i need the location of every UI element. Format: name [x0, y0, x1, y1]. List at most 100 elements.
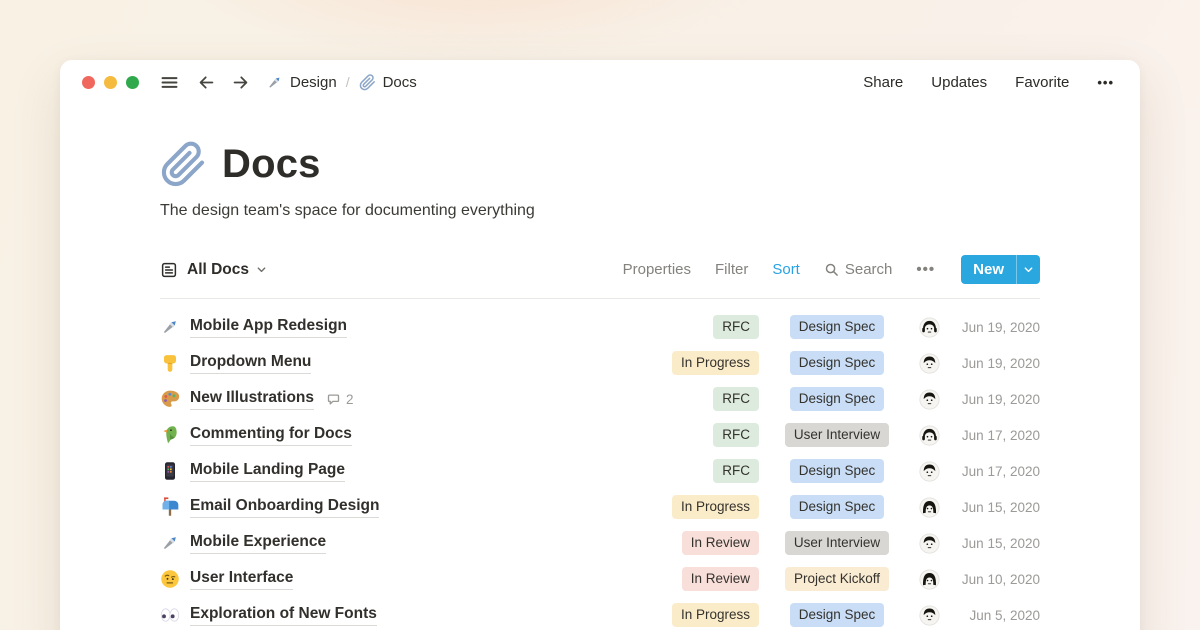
page-title[interactable]: Docs	[222, 142, 321, 187]
avatar-man[interactable]	[919, 389, 940, 410]
avatar-man[interactable]	[919, 461, 940, 482]
search-button[interactable]: Search	[824, 261, 893, 278]
forward-arrow-icon[interactable]	[231, 73, 250, 92]
new-button-label[interactable]: New	[961, 255, 1016, 284]
status-badge[interactable]: In Progress	[672, 351, 759, 375]
doc-list-icon	[160, 261, 178, 279]
status-badge[interactable]: In Progress	[672, 603, 759, 627]
new-dropdown-chevron-icon[interactable]	[1016, 255, 1040, 284]
doc-type-badge[interactable]: User Interview	[785, 423, 889, 447]
toolbar-more-icon[interactable]: •••	[916, 261, 935, 278]
status-badge[interactable]: In Review	[682, 531, 759, 555]
doc-date: Jun 17, 2020	[954, 464, 1040, 479]
chevron-down-icon	[256, 264, 267, 275]
doc-title-link[interactable]: Dropdown Menu	[190, 352, 311, 374]
doc-type-badge[interactable]: User Interview	[785, 531, 889, 555]
doc-type-badge[interactable]: Design Spec	[790, 351, 885, 375]
minimize-window-icon[interactable]	[104, 76, 117, 89]
avatar-woman-headphones[interactable]	[919, 425, 940, 446]
table-row[interactable]: Mobile Landing Page RFC Design Spec Jun …	[160, 453, 1040, 489]
status-badge[interactable]: In Progress	[672, 495, 759, 519]
doc-date: Jun 19, 2020	[954, 320, 1040, 335]
search-icon	[824, 262, 839, 277]
breadcrumb-item-design[interactable]: Design	[266, 74, 337, 91]
page-content: Docs The design team's space for documen…	[60, 141, 1140, 630]
docs-list: Mobile App Redesign RFC Design Spec Jun …	[160, 309, 1040, 630]
favorite-button[interactable]: Favorite	[1015, 74, 1069, 91]
doc-date: Jun 19, 2020	[954, 356, 1040, 371]
paintbrush-icon	[160, 317, 180, 337]
table-row[interactable]: Mobile App Redesign RFC Design Spec Jun …	[160, 309, 1040, 345]
table-row[interactable]: Email Onboarding Design In Progress Desi…	[160, 489, 1040, 525]
filter-button[interactable]: Filter	[715, 261, 748, 278]
doc-title-link[interactable]: Mobile Experience	[190, 532, 326, 554]
doc-date: Jun 19, 2020	[954, 392, 1040, 407]
view-switcher-label: All Docs	[187, 261, 249, 279]
raised-eyebrow-icon	[160, 569, 180, 589]
avatar-woman-dark-hair[interactable]	[919, 497, 940, 518]
avatar-woman-dark-hair[interactable]	[919, 569, 940, 590]
table-row[interactable]: Commenting for Docs RFC User Interview J…	[160, 417, 1040, 453]
topbar-actions: Share Updates Favorite •••	[863, 74, 1114, 91]
doc-title-link[interactable]: User Interface	[190, 568, 293, 590]
doc-title-link[interactable]: Exploration of New Fonts	[190, 604, 377, 626]
breadcrumb: Design / Docs	[266, 74, 417, 91]
doc-title-link[interactable]: Commenting for Docs	[190, 424, 352, 446]
sort-button[interactable]: Sort	[772, 261, 800, 278]
doc-title-link[interactable]: Mobile App Redesign	[190, 316, 347, 338]
paperclip-icon	[359, 74, 376, 91]
avatar-man[interactable]	[919, 605, 940, 626]
mailbox-icon	[160, 497, 180, 517]
doc-title-link[interactable]: New Illustrations	[190, 388, 314, 410]
breadcrumb-item-docs[interactable]: Docs	[359, 74, 417, 91]
status-badge[interactable]: RFC	[713, 387, 759, 411]
doc-title-link[interactable]: Email Onboarding Design	[190, 496, 379, 518]
close-window-icon[interactable]	[82, 76, 95, 89]
table-row[interactable]: Dropdown Menu In Progress Design Spec Ju…	[160, 345, 1040, 381]
paperclip-icon[interactable]	[160, 141, 207, 188]
breadcrumb-label: Docs	[383, 74, 417, 91]
search-label: Search	[845, 261, 893, 278]
nav-arrows	[197, 73, 250, 92]
paintbrush-icon	[266, 74, 283, 91]
table-row[interactable]: Exploration of New Fonts In Progress Des…	[160, 597, 1040, 630]
mobile-phone-icon	[160, 461, 180, 481]
updates-button[interactable]: Updates	[931, 74, 987, 91]
zoom-window-icon[interactable]	[126, 76, 139, 89]
breadcrumb-label: Design	[290, 74, 337, 91]
eyes-icon	[160, 605, 180, 625]
status-badge[interactable]: RFC	[713, 459, 759, 483]
doc-type-badge[interactable]: Design Spec	[790, 315, 885, 339]
hamburger-menu-icon[interactable]	[159, 72, 180, 93]
doc-date: Jun 5, 2020	[954, 608, 1040, 623]
new-button[interactable]: New	[961, 255, 1040, 284]
doc-date: Jun 17, 2020	[954, 428, 1040, 443]
doc-type-badge[interactable]: Project Kickoff	[785, 567, 889, 591]
view-switcher[interactable]: All Docs	[160, 261, 267, 279]
status-badge[interactable]: RFC	[713, 315, 759, 339]
doc-type-badge[interactable]: Design Spec	[790, 459, 885, 483]
status-badge[interactable]: RFC	[713, 423, 759, 447]
doc-type-badge[interactable]: Design Spec	[790, 603, 885, 627]
status-badge[interactable]: In Review	[682, 567, 759, 591]
doc-title-link[interactable]: Mobile Landing Page	[190, 460, 345, 482]
avatar-woman-headphones[interactable]	[919, 317, 940, 338]
palette-icon	[160, 389, 180, 409]
avatar-man[interactable]	[919, 353, 940, 374]
avatar-man[interactable]	[919, 533, 940, 554]
paintbrush-icon	[160, 533, 180, 553]
parrot-icon	[160, 425, 180, 445]
doc-type-badge[interactable]: Design Spec	[790, 387, 885, 411]
table-row[interactable]: User Interface In Review Project Kickoff…	[160, 561, 1040, 597]
comment-count[interactable]: 2	[326, 392, 354, 407]
properties-button[interactable]: Properties	[623, 261, 691, 278]
share-button[interactable]: Share	[863, 74, 903, 91]
doc-type-badge[interactable]: Design Spec	[790, 495, 885, 519]
table-row[interactable]: Mobile Experience In Review User Intervi…	[160, 525, 1040, 561]
toolbar-divider	[160, 298, 1040, 299]
more-options-icon[interactable]: •••	[1097, 75, 1114, 90]
doc-date: Jun 10, 2020	[954, 572, 1040, 587]
page-subtitle[interactable]: The design team's space for documenting …	[160, 202, 1040, 220]
table-row[interactable]: New Illustrations 2 RFC Design Spec Jun …	[160, 381, 1040, 417]
back-arrow-icon[interactable]	[197, 73, 216, 92]
